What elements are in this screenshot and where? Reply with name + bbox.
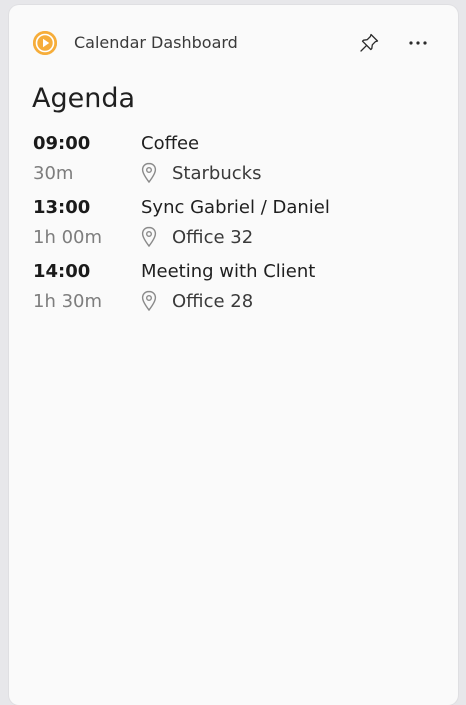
event-location-text: Office 28: [172, 291, 254, 312]
pin-button[interactable]: [358, 32, 380, 54]
agenda-list: 09:00 30m Coffee Starbucks 13:00 1h 00m …: [33, 133, 443, 325]
location-pin-icon: [141, 290, 157, 312]
widget-title: Calendar Dashboard: [74, 33, 238, 52]
event-title: Coffee: [141, 133, 200, 154]
event-duration: 30m: [33, 163, 74, 184]
event-duration: 1h 30m: [33, 291, 103, 312]
calendar-dashboard-card: Calendar Dashboard Agenda 09:00 30m Coff…: [9, 5, 458, 705]
event-location-text: Starbucks: [172, 163, 262, 184]
agenda-event[interactable]: 14:00 1h 30m Meeting with Client Office …: [33, 261, 443, 325]
event-time: 14:00: [33, 261, 91, 282]
location-pin-icon: [141, 226, 157, 248]
play-circle-icon: [33, 31, 57, 55]
event-title: Sync Gabriel / Daniel: [141, 197, 330, 218]
agenda-title: Agenda: [32, 83, 136, 114]
event-time: 09:00: [33, 133, 91, 154]
more-options-button[interactable]: [407, 33, 429, 53]
event-location-text: Office 32: [172, 227, 254, 248]
more-horizontal-icon: [409, 41, 427, 45]
widget-header: Calendar Dashboard: [9, 5, 458, 81]
event-duration: 1h 00m: [33, 227, 103, 248]
pin-icon: [360, 33, 379, 52]
event-title: Meeting with Client: [141, 261, 316, 282]
agenda-event[interactable]: 13:00 1h 00m Sync Gabriel / Daniel Offic…: [33, 197, 443, 261]
event-time: 13:00: [33, 197, 91, 218]
location-pin-icon: [141, 162, 157, 184]
agenda-event[interactable]: 09:00 30m Coffee Starbucks: [33, 133, 443, 197]
